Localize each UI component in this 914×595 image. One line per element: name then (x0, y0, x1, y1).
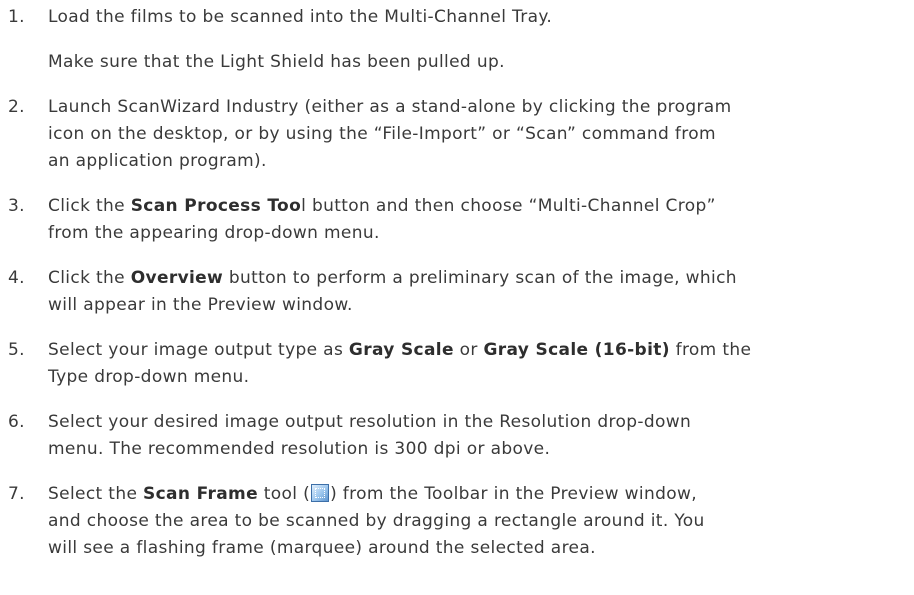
scan-frame-icon (311, 484, 330, 502)
step-note: Make sure that the Light Shield has been… (48, 49, 914, 76)
step-number: 3. (8, 196, 25, 216)
step-text: Load the films to be scanned into the Mu… (48, 4, 914, 31)
step-number: 4. (8, 268, 25, 288)
step-line: will appear in the Preview window. (48, 295, 353, 315)
text-run: ) from the Toolbar in the Preview window… (330, 484, 698, 504)
step-line: from the appearing drop-down menu. (48, 223, 380, 243)
step-line: an application program). (48, 151, 267, 171)
step-number: 7. (8, 484, 25, 504)
step-text: Select the Scan Frame tool ( ) from the T… (48, 481, 914, 562)
bold-term: Gray Scale (348, 340, 454, 360)
step-text: Click the Scan Process Tool button and t… (48, 193, 914, 247)
step-line: Click the Scan Process Tool button and t… (48, 193, 914, 220)
step-line: Select the Scan Frame tool ( ) from the T… (48, 481, 914, 508)
step-line: Select your desired image output resolut… (48, 412, 692, 432)
step-number: 2. (8, 97, 25, 117)
step-line: Click the Overview button to perform a p… (48, 265, 914, 292)
step-text: Click the Overview button to perform a p… (48, 265, 914, 319)
bold-term: Overview (130, 268, 224, 288)
text-run: button to perform a preliminary scan of … (223, 268, 737, 288)
step-number: 1. (8, 7, 25, 27)
bold-term: Gray Scale (16-bit) (483, 340, 670, 360)
text-run: Click the (48, 268, 131, 288)
text-run: Click the (48, 196, 131, 216)
step-line: Load the films to be scanned into the Mu… (48, 7, 553, 27)
note-line: Make sure that the Light Shield has been… (48, 52, 505, 72)
text-run: from the (669, 340, 752, 360)
text-run: or (453, 340, 484, 360)
step-line: Select your image output type as Gray Sc… (48, 337, 914, 364)
step-number: 5. (8, 340, 25, 360)
bold-term: Scan Process Too (130, 196, 302, 216)
text-run: tool ( (257, 484, 311, 504)
step-line: and choose the area to be scanned by dra… (48, 511, 705, 531)
step-line: Type drop-down menu. (48, 367, 250, 387)
step-text: Launch ScanWizard Industry (either as a … (48, 94, 914, 175)
step-line: will see a flashing frame (marquee) arou… (48, 538, 596, 558)
step-line: menu. The recommended resolution is 300 … (48, 439, 551, 459)
step-text: Select your image output type as Gray Sc… (48, 337, 914, 391)
bold-term: Scan Frame (143, 484, 258, 504)
text-run: Select the (48, 484, 144, 504)
step-line: Launch ScanWizard Industry (either as a … (48, 97, 732, 117)
step-line: icon on the desktop, or by using the “Fi… (48, 124, 716, 144)
step-text: Select your desired image output resolut… (48, 409, 914, 463)
step-number: 6. (8, 412, 25, 432)
text-run: Select your image output type as (48, 340, 349, 360)
text-run: l button and then choose “Multi-Channel … (301, 196, 716, 216)
